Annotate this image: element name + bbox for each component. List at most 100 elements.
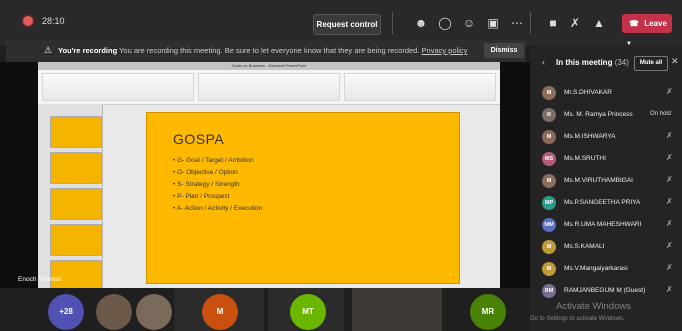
avatar: M: [542, 130, 556, 144]
participant-avatar: MT: [290, 294, 326, 330]
recording-banner-strong: You're recording: [58, 46, 118, 55]
powerpoint-title: Goals on Business - Microsoft PowerPoint: [38, 62, 500, 70]
avatar: MS: [542, 152, 556, 166]
mic-off-icon: ✗: [666, 197, 673, 206]
avatar: MM: [542, 218, 556, 232]
participant-tile[interactable]: M: [174, 288, 264, 331]
on-hold-status: On hold: [650, 111, 672, 117]
share-icon[interactable]: ▲: [590, 14, 608, 32]
avatar: M: [542, 240, 556, 254]
participant-video-tile[interactable]: [136, 294, 172, 330]
participant-strip: +28 M MT MR: [0, 288, 530, 331]
participant-avatar: M: [202, 294, 238, 330]
recording-indicator-icon: [23, 16, 33, 26]
meeting-timer: 28:10: [42, 16, 65, 26]
ribbon-group: [344, 73, 496, 101]
participant-name: Ms.M.SRUTHI: [564, 155, 606, 162]
participant-avatar[interactable]: MR: [470, 294, 506, 330]
current-slide: GOSPA • G- Goal / Target / Ambition • O-…: [146, 112, 460, 284]
avatar: M: [542, 86, 556, 100]
participant-tile[interactable]: MT: [268, 288, 344, 331]
warning-icon: ⚠: [44, 45, 53, 55]
participant-row[interactable]: MS Ms.M.SRUTHI ✗: [530, 150, 682, 168]
mic-off-icon[interactable]: ✗: [566, 14, 584, 32]
participants-title-label: In this meeting: [556, 58, 613, 67]
toolbar-divider: [392, 12, 393, 34]
presenter-name: Enoch Thomas: [18, 276, 62, 283]
leave-button[interactable]: ☎ Leave ▼: [622, 14, 672, 47]
activate-windows-watermark: Activate Windows: [556, 301, 631, 312]
request-control-button[interactable]: Request control: [313, 14, 381, 35]
toolbar-divider: [530, 12, 531, 34]
mic-off-icon: ✗: [666, 241, 673, 250]
mute-all-button[interactable]: Mute all: [634, 56, 668, 71]
avatar: R: [542, 108, 556, 122]
slide-thumbnails: [38, 104, 103, 292]
mic-off-icon: ✗: [666, 131, 673, 140]
participant-name: Ms.P.SANGEETHA PRIYA: [564, 199, 641, 206]
participants-panel: ‹ In this meeting (34) Mute all ✕ M Mr.S…: [530, 46, 682, 331]
recording-banner-text: You're recording You are recording this …: [58, 46, 467, 55]
mic-off-icon: ✗: [666, 285, 673, 294]
phone-icon: ☎: [629, 19, 639, 28]
mic-off-icon: ✗: [666, 175, 673, 184]
dismiss-button[interactable]: Dismiss: [484, 43, 524, 58]
participant-row[interactable]: M Ms.V.Mangaiyarkarasi ✗: [530, 260, 682, 278]
participants-count: (34): [614, 58, 629, 67]
mic-off-icon: ✗: [666, 87, 673, 96]
slide-thumbnail[interactable]: [50, 188, 102, 220]
participant-row[interactable]: R Ms. M. Ramya Princess On hold: [530, 106, 682, 124]
slide-thumbnail[interactable]: [50, 224, 102, 256]
participant-video-tile[interactable]: [96, 294, 132, 330]
slide-thumbnail[interactable]: [50, 152, 102, 184]
more-participants-tile[interactable]: +28: [48, 294, 84, 330]
slide-bullet: • P- Plan / Prospect: [173, 193, 230, 200]
recording-banner: ⚠ You're recording You are recording thi…: [6, 40, 526, 62]
participant-name: Ms.S.KAMALI: [564, 243, 605, 250]
slide-bullet: • S- Strategy / Strength: [173, 181, 240, 188]
participant-video-tile[interactable]: [352, 288, 442, 331]
ribbon-group: [198, 73, 340, 101]
participant-row[interactable]: M Ms.M.VIRUTHAMBIGAI ✗: [530, 172, 682, 190]
participant-row[interactable]: MM Ms.R.UMA MAHESHWARI ✗: [530, 216, 682, 234]
chevron-left-icon[interactable]: ‹: [542, 57, 545, 67]
slide-bullet: • O- Objective / Option: [173, 169, 238, 176]
participant-name: Ms.M.ISHWARYA: [564, 133, 616, 140]
more-icon[interactable]: ⋯: [508, 14, 526, 32]
privacy-policy-link[interactable]: Privacy policy: [422, 46, 468, 55]
ribbon-group: [42, 73, 194, 101]
avatar: MP: [542, 196, 556, 210]
powerpoint-window: Goals on Business - Microsoft PowerPoint…: [38, 62, 500, 292]
camera-off-icon[interactable]: ■: [544, 14, 562, 32]
participant-row[interactable]: MP Ms.P.SANGEETHA PRIYA ✗: [530, 194, 682, 212]
slide-thumbnail[interactable]: [50, 116, 102, 148]
shared-screen: Goals on Business - Microsoft PowerPoint…: [0, 62, 530, 292]
participant-name: Ms.V.Mangaiyarkarasi: [564, 265, 628, 272]
chat-icon[interactable]: ◯: [436, 14, 454, 32]
avatar: M: [542, 262, 556, 276]
participant-name: Mr.S.DHIVAKAR: [564, 89, 612, 96]
mic-off-icon: ✗: [666, 219, 673, 228]
mic-off-icon: ✗: [666, 153, 673, 162]
participant-row[interactable]: M Mr.S.DHIVAKAR ✗: [530, 84, 682, 102]
avatar: M: [542, 174, 556, 188]
slide-bullets: • G- Goal / Target / Ambition • O- Objec…: [173, 155, 262, 215]
close-icon[interactable]: ✕: [671, 56, 679, 67]
participant-row[interactable]: RM RAMJANBEGUM M (Guest) ✗: [530, 282, 682, 300]
people-icon[interactable]: ☻: [412, 14, 430, 32]
mic-off-icon: ✗: [666, 263, 673, 272]
participants-title: In this meeting (34): [556, 58, 629, 67]
slide-title: GOSPA: [173, 131, 225, 147]
participant-row[interactable]: M Ms.S.KAMALI ✗: [530, 238, 682, 256]
recording-banner-message: You are recording this meeting. Be sure …: [119, 46, 420, 55]
slide-bullet: • A- Action / Activity / Execution: [173, 205, 263, 212]
activate-windows-hint: Go to Settings to activate Windows.: [530, 316, 625, 322]
participants-panel-header: ‹ In this meeting (34) Mute all ✕: [530, 52, 682, 74]
participant-name: RAMJANBEGUM M (Guest): [564, 287, 646, 294]
powerpoint-ribbon: [38, 70, 500, 105]
avatar: RM: [542, 284, 556, 298]
participant-name: Ms.M.VIRUTHAMBIGAI: [564, 177, 633, 184]
reactions-icon[interactable]: ☺: [460, 14, 478, 32]
rooms-icon[interactable]: ▣: [484, 14, 502, 32]
participant-row[interactable]: M Ms.M.ISHWARYA ✗: [530, 128, 682, 146]
